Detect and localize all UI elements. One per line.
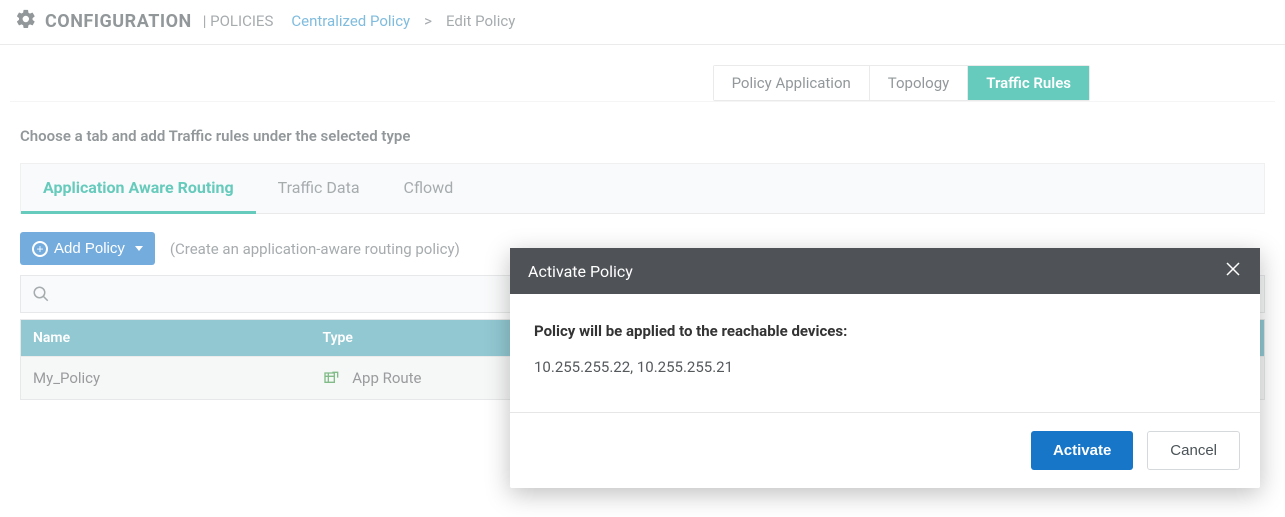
modal-close-button[interactable] [1224, 260, 1242, 282]
modal-body: Policy will be applied to the reachable … [510, 294, 1260, 412]
modal-title: Activate Policy [528, 262, 633, 281]
modal-footer: Activate Cancel [510, 412, 1260, 488]
search-icon [21, 276, 61, 312]
breadcrumb-centralized-policy[interactable]: Centralized Policy [291, 12, 410, 30]
col-name[interactable]: Name [21, 320, 311, 357]
modal-header: Activate Policy [510, 248, 1260, 294]
page-title: CONFIGURATION [45, 11, 192, 32]
add-policy-button[interactable]: + Add Policy [20, 232, 155, 265]
policy-type-icon [323, 369, 353, 387]
subtab-row: Application Aware Routing Traffic Data C… [20, 163, 1265, 214]
subtab-application-aware-routing[interactable]: Application Aware Routing [21, 164, 256, 214]
page-header: CONFIGURATION | POLICIES Centralized Pol… [0, 0, 1285, 45]
breadcrumb-current: Edit Policy [446, 12, 515, 30]
gear-icon [15, 8, 37, 34]
cell-name: My_Policy [21, 357, 311, 400]
tab-topology[interactable]: Topology [870, 66, 968, 100]
tab-traffic-rules[interactable]: Traffic Rules [968, 66, 1089, 100]
subtab-cflowd[interactable]: Cflowd [382, 164, 476, 213]
activate-button[interactable]: Activate [1031, 431, 1133, 470]
cell-type-text: App Route [352, 369, 421, 387]
modal-body-title: Policy will be applied to the reachable … [534, 322, 1236, 340]
wizard-tab-row-wrap: Policy Application Topology Traffic Rule… [10, 45, 1275, 102]
subtab-traffic-data[interactable]: Traffic Data [256, 164, 382, 213]
page-subtitle-text: POLICIES [210, 12, 273, 30]
tab-policy-application[interactable]: Policy Application [714, 66, 870, 100]
plus-icon: + [32, 241, 48, 257]
close-icon [1224, 260, 1242, 278]
cancel-button[interactable]: Cancel [1147, 431, 1240, 470]
instruction-text: Choose a tab and add Traffic rules under… [0, 102, 1285, 155]
wizard-tab-row: Policy Application Topology Traffic Rule… [713, 65, 1090, 101]
add-policy-label: Add Policy [54, 240, 125, 257]
toolbar-hint: (Create an application-aware routing pol… [170, 240, 460, 258]
page-subtitle: | POLICIES [203, 12, 274, 30]
activate-policy-modal: Activate Policy Policy will be applied t… [510, 248, 1260, 488]
modal-body-text: 10.255.255.22, 10.255.255.21 [534, 358, 1236, 376]
caret-down-icon [135, 246, 143, 251]
breadcrumb-separator: > [424, 12, 432, 30]
